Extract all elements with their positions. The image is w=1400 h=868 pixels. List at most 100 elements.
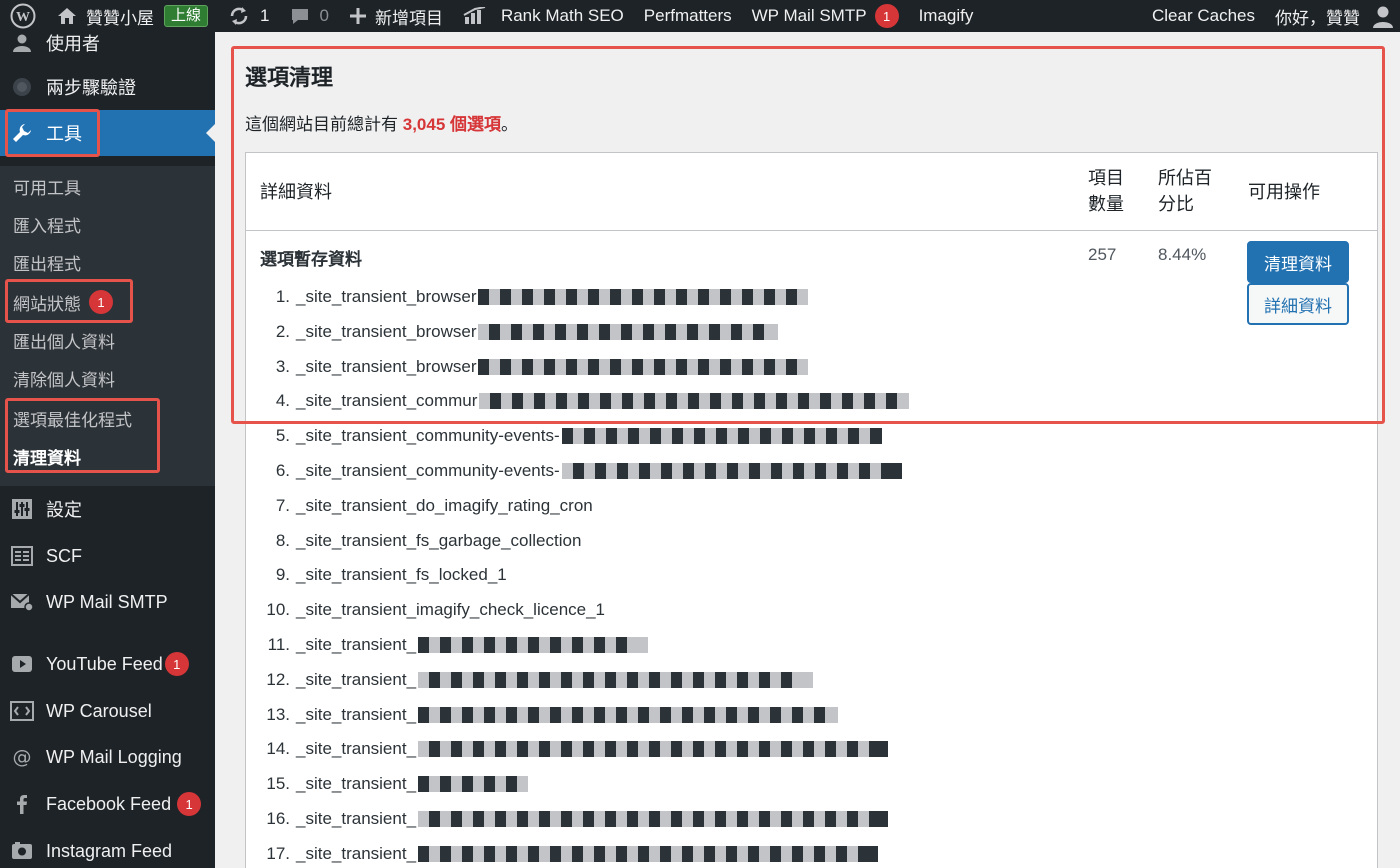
column-header-count: 項目 數量 — [1088, 165, 1124, 217]
perfmatters-menu[interactable]: Perfmatters — [634, 0, 742, 32]
redacted-text-block — [479, 393, 910, 410]
option-list-number: 10. — [266, 600, 290, 620]
perfmatters-label: Perfmatters — [643, 6, 732, 25]
option-list-item: 14. _site_transient_ — [246, 735, 889, 763]
sidebar-item-settings[interactable]: 設定 — [0, 486, 215, 532]
option-list-name: _site_transient_browser — [296, 321, 477, 341]
option-list-name: _site_transient_ — [296, 635, 417, 654]
sidebar-item-wp-mail-logging[interactable]: @ WP Mail Logging — [0, 734, 215, 780]
option-list-item: 10. _site_transient_imagify_check_licence… — [246, 596, 605, 624]
wp-mail-smtp-menu[interactable]: WP Mail SMTP 1 — [742, 0, 909, 32]
submenu-options-optimizer[interactable]: 選項最佳化程式 — [13, 404, 132, 432]
option-list-item: 1. _site_transient_browser — [246, 283, 809, 311]
carousel-icon — [10, 699, 34, 723]
summary-suffix: 。 — [501, 115, 518, 134]
sidebar-item-two-step[interactable]: 兩步驟驗證 — [0, 64, 215, 110]
options-table: 詳細資料 項目 數量 所佔百 分比 可用操作 選項暫存資料 257 8.44% … — [245, 152, 1378, 868]
column-header-details: 詳細資料 — [260, 182, 332, 202]
table-header: 詳細資料 項目 數量 所佔百 分比 可用操作 — [246, 153, 1377, 231]
rank-math-menu[interactable]: Rank Math SEO — [453, 0, 634, 32]
comment-icon — [289, 6, 311, 26]
option-list-number: 1. — [275, 287, 290, 306]
wordpress-logo-menu[interactable]: W — [0, 0, 46, 32]
option-list-name: _site_transient_imagify_check_licence_1 — [296, 600, 606, 620]
sidebar-item-instagram-feed[interactable]: Instagram Feed — [0, 828, 215, 868]
imagify-menu[interactable]: Imagify — [909, 0, 984, 32]
submenu-import[interactable]: 匯入程式 — [13, 210, 81, 238]
option-list-number: 8. — [275, 530, 290, 550]
option-list-number: 4. — [275, 391, 290, 411]
option-list-item: 15. _site_transient_ — [246, 770, 529, 798]
redacted-text-block — [418, 671, 814, 688]
submenu-site-health-label: 網站狀態 — [13, 294, 81, 314]
redacted-text-block — [478, 323, 779, 340]
option-list-name: _site_transient_fs_garbage_collection — [296, 530, 582, 550]
sidebar-item-wp-mail-smtp[interactable]: WP Mail SMTP — [0, 579, 215, 625]
sidebar-item-wp-carousel[interactable]: WP Carousel — [0, 688, 215, 734]
sidebar-item-scf[interactable]: SCF — [0, 533, 215, 579]
sidebar-item-facebook-feed[interactable]: Facebook Feed 1 — [0, 781, 215, 827]
sidebar-item-tools[interactable]: 工具 — [0, 110, 215, 156]
sidebar-item-label: YouTube Feed — [46, 653, 163, 674]
sidebar-item-label: 使用者 — [46, 34, 100, 54]
option-list-name: _site_transient_browser — [296, 356, 477, 376]
main-content: 選項清理 這個網站目前總計有 3,045 個選項。 詳細資料 項目 數量 所佔百… — [215, 32, 1400, 868]
updates-menu[interactable]: 1 — [218, 0, 279, 32]
instagram-camera-icon — [10, 839, 34, 863]
sidebar-item-label: SCF — [46, 545, 82, 566]
sidebar-item-label: Instagram Feed — [46, 840, 173, 861]
clean-data-button[interactable]: 清理資料 — [1247, 241, 1349, 283]
option-list-name: _site_transient_ — [296, 739, 417, 759]
transient-count: 257 — [1088, 245, 1117, 264]
site-name-menu[interactable]: 贊贊小屋 上線 — [46, 0, 218, 32]
new-content-label: 新增項目 — [374, 8, 443, 28]
submenu-cleanup[interactable]: 清理資料 — [13, 442, 81, 470]
my-account-menu[interactable]: 你好，贊贊 — [1265, 0, 1400, 32]
sidebar-item-label: 設定 — [46, 500, 82, 520]
wp-mail-smtp-badge: 1 — [874, 4, 899, 28]
admin-bar: W 贊贊小屋 上線 1 0 新增項目 Rank Math SEO Perfmat… — [0, 0, 1400, 32]
summary-prefix: 這個網站目前總計有 — [245, 115, 403, 134]
submenu-site-health[interactable]: 網站狀態 1 — [13, 288, 113, 316]
home-icon — [56, 6, 78, 26]
option-list-name: _site_transient_community-events- — [296, 461, 560, 480]
column-header-count-line1: 項目 — [1088, 168, 1124, 188]
wordpress-logo-icon: W — [10, 3, 36, 29]
comments-menu[interactable]: 0 — [279, 0, 338, 32]
submenu-erase-personal-data[interactable]: 清除個人資料 — [13, 364, 115, 392]
svg-text:@: @ — [13, 746, 32, 768]
summary-highlight: 3,045 個選項 — [402, 115, 501, 134]
option-list-item: 9. _site_transient_fs_locked_1 — [246, 561, 507, 589]
redacted-text-block — [418, 776, 529, 793]
option-list-number: 15. — [266, 774, 290, 794]
option-list-name: _site_transient_do_imagify_rating_cron — [296, 495, 593, 515]
option-list-number: 3. — [275, 356, 290, 376]
submenu-export-personal-data[interactable]: 匯出個人資料 — [13, 326, 115, 354]
comments-count: 0 — [319, 6, 329, 25]
sidebar-item-users[interactable]: 使用者 — [0, 32, 215, 66]
option-list-name: _site_transient_ — [296, 774, 417, 794]
view-details-button[interactable]: 詳細資料 — [1247, 283, 1349, 325]
option-list-number: 11. — [267, 635, 290, 654]
submenu-available-tools[interactable]: 可用工具 — [13, 172, 81, 200]
option-list-item: 12. _site_transient_ — [246, 666, 814, 694]
clear-caches-button[interactable]: Clear Caches — [1142, 0, 1265, 32]
option-list-number: 9. — [275, 565, 290, 585]
column-header-percent: 所佔百 分比 — [1158, 165, 1212, 217]
youtube-feed-badge: 1 — [164, 652, 189, 676]
scf-grid-icon — [10, 544, 34, 568]
rank-math-label: Rank Math SEO — [500, 6, 624, 25]
column-header-actions: 可用操作 — [1248, 182, 1320, 202]
options-summary: 這個網站目前總計有 3,045 個選項。 — [245, 110, 518, 135]
option-list-item: 13. _site_transient_ — [246, 701, 839, 729]
option-list-item: 6. _site_transient_community-events- — [246, 457, 902, 485]
refresh-icon — [228, 5, 250, 27]
option-list-name: _site_transient_ — [296, 843, 417, 863]
option-list-number: 17. — [266, 843, 290, 863]
site-name: 贊贊小屋 — [86, 8, 154, 28]
new-content-menu[interactable]: 新增項目 — [339, 0, 453, 32]
two-step-icon — [10, 75, 34, 99]
submenu-export[interactable]: 匯出程式 — [13, 248, 81, 276]
column-header-count-line2: 數量 — [1088, 194, 1124, 214]
sidebar-item-youtube-feed[interactable]: YouTube Feed 1 — [0, 641, 215, 687]
